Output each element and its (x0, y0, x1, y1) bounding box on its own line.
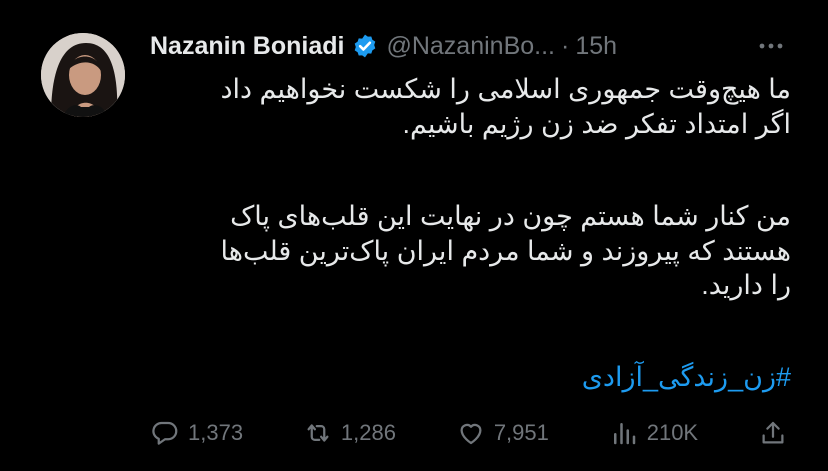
more-icon[interactable] (754, 30, 788, 62)
retweet-button[interactable]: 1,286 (303, 418, 396, 448)
retweet-icon (307, 424, 329, 442)
tweet-text-line: ما هیچ‌وقت جمهوری اسلامی را شکست نخواهیم… (220, 74, 791, 104)
reply-button[interactable]: 1,373 (150, 418, 243, 448)
view-count: 210K (646, 420, 699, 445)
share-icon (762, 421, 784, 444)
views-icon (613, 423, 635, 445)
hashtag-link[interactable]: #زن_زندگی_آزادی (150, 360, 791, 394)
views-button[interactable]: 210K (609, 418, 698, 448)
reply-icon (152, 421, 178, 445)
heart-icon (460, 423, 482, 445)
tweet-actions: 1,373 1,286 7,951 210K (150, 413, 788, 453)
verified-badge-icon (352, 33, 378, 59)
timestamp[interactable]: 15h (575, 32, 617, 61)
tweet-header: Nazanin Boniadi @NazaninBo... · 15h (150, 26, 788, 66)
tweet-text-line: هستند که پیروزند و شما مردم ایران پاک‌تر… (220, 235, 791, 266)
reply-count: 1,373 (188, 420, 244, 445)
share-button[interactable] (758, 418, 788, 448)
tweet-text-line: اگر امتداد تفکر ضد زن رژیم باشیم. (402, 108, 791, 139)
avatar-photo (41, 33, 125, 117)
tweet-text-line: را دارید. (701, 270, 791, 300)
tweet-text: ما هیچ‌وقت جمهوری اسلامی را شکست نخواهیم… (150, 72, 791, 303)
like-button[interactable]: 7,951 (456, 418, 549, 448)
author-name[interactable]: Nazanin Boniadi (150, 32, 344, 61)
separator-dot: · (561, 31, 570, 60)
avatar[interactable] (41, 33, 125, 117)
tweet-text-line: من کنار شما هستم چون در نهایت این قلب‌ها… (230, 201, 791, 231)
author-handle[interactable]: @NazaninBo... (386, 32, 555, 61)
retweet-count: 1,286 (340, 420, 396, 445)
like-count: 7,951 (493, 420, 549, 445)
